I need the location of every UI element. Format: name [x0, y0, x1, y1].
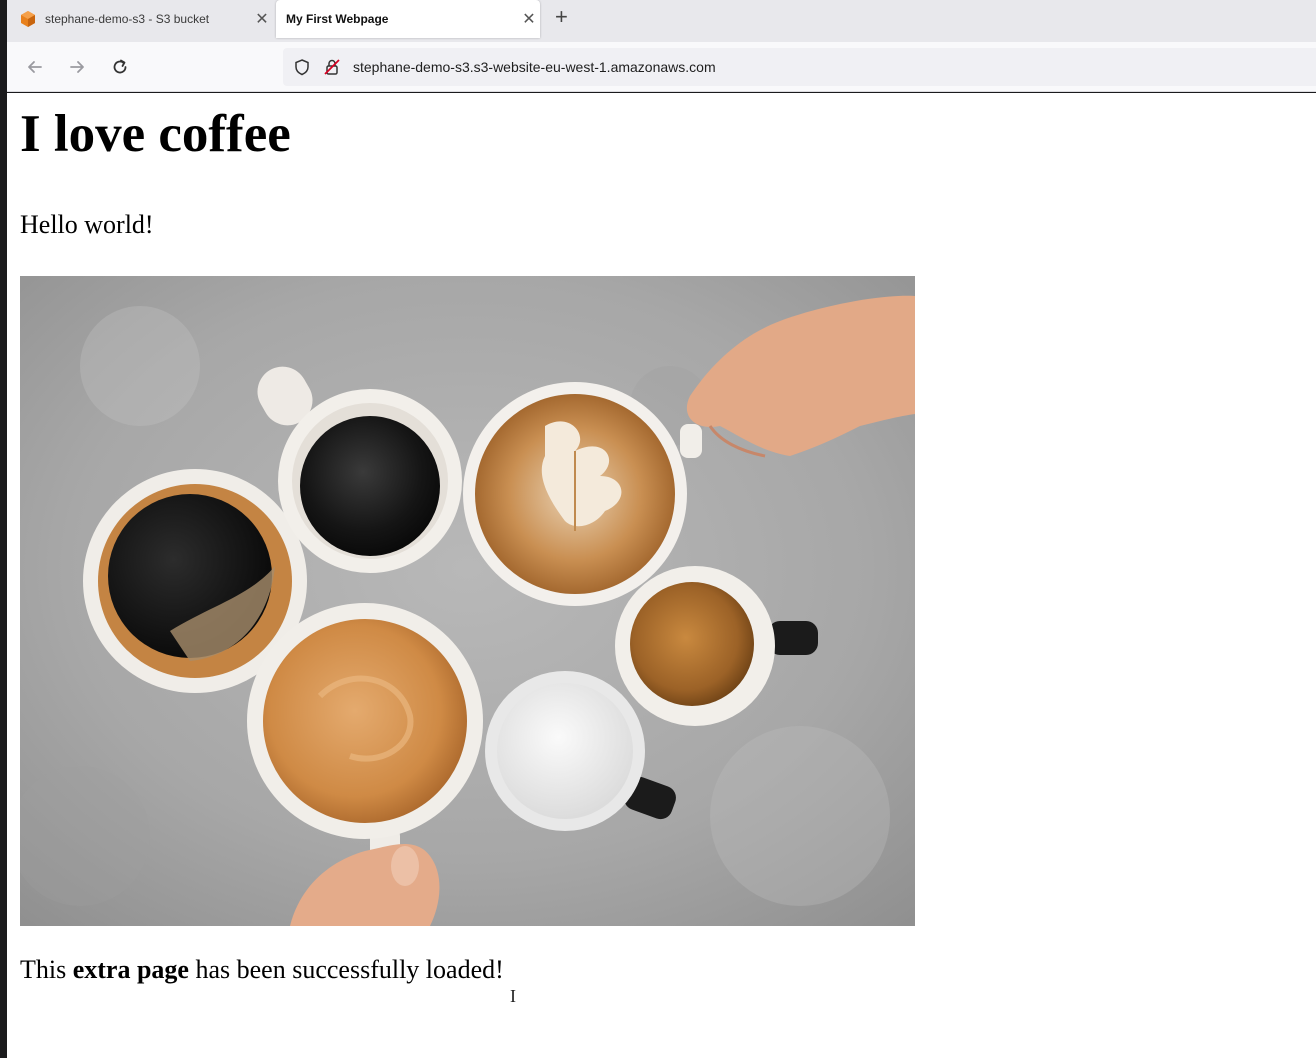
tab-label: stephane-demo-s3 - S3 bucket: [45, 12, 210, 26]
address-bar[interactable]: stephane-demo-s3.s3-website-eu-west-1.am…: [283, 48, 1316, 86]
coffee-photo: [20, 276, 915, 926]
hello-paragraph: Hello world!: [20, 210, 154, 239]
reload-icon[interactable]: [107, 54, 133, 80]
tab-s3-bucket[interactable]: stephane-demo-s3 - S3 bucket ✕: [15, 0, 273, 38]
close-icon[interactable]: ✕: [518, 9, 540, 29]
url-text[interactable]: stephane-demo-s3.s3-website-eu-west-1.am…: [353, 59, 716, 75]
navigation-toolbar: stephane-demo-s3.s3-website-eu-west-1.am…: [7, 42, 1316, 92]
extra-text-before: This: [20, 955, 73, 984]
shield-icon[interactable]: [291, 56, 313, 78]
webpage-content: I love coffee Hello world! This extra pa…: [7, 93, 1316, 1058]
aws-s3-cube-icon: [19, 10, 37, 28]
tab-label: My First Webpage: [286, 12, 389, 26]
insecure-lock-icon[interactable]: [321, 56, 343, 78]
back-arrow-icon[interactable]: [22, 54, 48, 80]
tab-bar: stephane-demo-s3 - S3 bucket ✕ My First …: [7, 0, 1316, 42]
extra-text-bold: extra page: [72, 955, 189, 984]
extra-text-after: has been successfully loaded!: [188, 955, 504, 984]
close-icon[interactable]: ✕: [251, 9, 273, 29]
page-heading: I love coffee: [20, 105, 291, 163]
extra-page-paragraph: This extra page has been successfully lo…: [20, 955, 504, 985]
tab-my-first-webpage[interactable]: My First Webpage ✕: [276, 0, 540, 38]
text-cursor-icon: I: [510, 986, 516, 1006]
plus-icon[interactable]: +: [555, 4, 568, 30]
window-edge: [0, 0, 7, 1058]
forward-arrow-icon[interactable]: [64, 54, 90, 80]
